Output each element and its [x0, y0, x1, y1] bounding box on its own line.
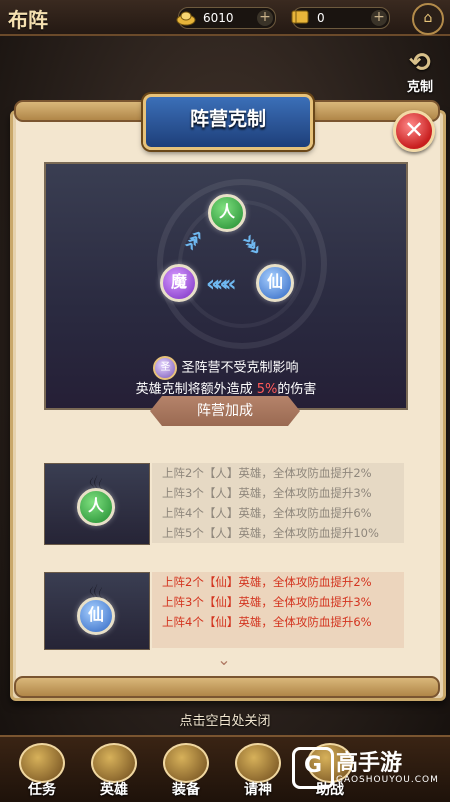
scroll-rod-bottom	[14, 676, 440, 698]
hero-icon	[91, 743, 137, 783]
quest-icon	[19, 743, 65, 783]
home-icon: ⌂	[423, 10, 433, 26]
saint-faction-note: 圣圣阵营不受克制影响	[46, 356, 406, 380]
saint-faction-icon: 圣	[153, 356, 178, 380]
watermark-name: 高手游	[336, 751, 403, 776]
ren-faction-emblem: ♨ 人	[44, 463, 150, 545]
ren-bonus-row: ♨ 人 上阵2个【人】英雄，全体攻防血提升2% 上阵3个【人】英雄，全体攻防血提…	[44, 463, 404, 545]
counter-icon: ⟲	[409, 48, 431, 78]
equipment-icon	[163, 743, 209, 783]
tab-equipment[interactable]: 装备	[158, 743, 214, 799]
watermark-g-icon: G	[292, 747, 334, 789]
bonus-suffix: 的伤害	[277, 382, 317, 397]
bonus-line: 上阵4个【仙】英雄，全体攻防血提升6%	[162, 615, 372, 629]
xian-emblem-node: 仙	[77, 597, 115, 635]
arrow-xian-to-mo: «««	[206, 272, 237, 297]
ticket-add-button[interactable]: +	[371, 10, 387, 26]
xian-bonus-row: ♨ 仙 上阵2个【仙】英雄，全体攻防血提升2% 上阵3个【仙】英雄，全体攻防血提…	[44, 572, 404, 650]
tab-hero[interactable]: 英雄	[86, 743, 142, 799]
home-button[interactable]: ⌂	[412, 3, 444, 35]
ticket-icon	[291, 10, 309, 24]
page-title: 布阵	[8, 8, 48, 32]
gold-ingot-icon	[176, 11, 196, 26]
close-hint: 点击空白处关闭	[179, 714, 271, 729]
bonus-line: 上阵3个【人】英雄，全体攻防血提升3%	[162, 486, 372, 500]
tab-label: 任务	[28, 782, 56, 798]
tab-label: 装备	[172, 782, 200, 798]
faction-ren-node: 人	[208, 194, 246, 232]
ticket-value: 0	[317, 11, 325, 25]
bonus-line: 上阵4个【人】英雄，全体攻防血提升6%	[162, 506, 372, 520]
counter-bonus-note: 英雄克制将额外造成 5%的伤害	[46, 378, 406, 397]
ren-bonus-list: 上阵2个【人】英雄，全体攻防血提升2% 上阵3个【人】英雄，全体攻防血提升3% …	[152, 463, 404, 543]
counter-side-label: 克制	[406, 80, 433, 95]
scroll-down-chevron-icon[interactable]: ⌄	[214, 650, 234, 670]
bonus-value: 5%	[256, 382, 278, 397]
bonus-line: 上阵5个【人】英雄，全体攻防血提升10%	[162, 526, 379, 540]
xian-faction-emblem: ♨ 仙	[44, 572, 150, 650]
top-bar: 布阵 6010 + 0 + ⌂	[0, 0, 450, 36]
faction-xian-node: 仙	[256, 264, 294, 302]
tab-summon[interactable]: 请神	[230, 743, 286, 799]
counter-side-button[interactable]: ⟲ 克制	[398, 50, 442, 100]
tab-quest[interactable]: 任务	[14, 743, 70, 799]
bonus-line: 上阵3个【仙】英雄，全体攻防血提升3%	[162, 595, 372, 609]
bonus-line: 上阵2个【人】英雄，全体攻防血提升2%	[162, 466, 372, 480]
close-button[interactable]: ✕	[393, 110, 435, 152]
summon-icon	[235, 743, 281, 783]
bonus-line: 上阵2个【仙】英雄，全体攻防血提升2%	[162, 575, 372, 589]
gold-add-button[interactable]: +	[257, 10, 273, 26]
gold-resource: 6010 +	[176, 7, 276, 29]
dialog-title: 阵营克制	[143, 94, 313, 150]
ren-emblem-node: 人	[77, 488, 115, 526]
tab-label: 请神	[244, 782, 272, 798]
section-title-ribbon: 阵营加成	[150, 396, 300, 426]
bonus-prefix: 英雄克制将额外造成	[135, 382, 253, 397]
gold-value: 6010	[203, 11, 234, 25]
watermark-domain: GAOSHOUYOU.COM	[336, 775, 439, 785]
faction-counter-diagram: 人 魔 仙 »» »» ««« 圣圣阵营不受克制影响 英雄克制将额外造成 5%的…	[44, 162, 408, 410]
close-icon: ✕	[403, 116, 425, 144]
faction-mo-node: 魔	[160, 264, 198, 302]
xian-bonus-list: 上阵2个【仙】英雄，全体攻防血提升2% 上阵3个【仙】英雄，全体攻防血提升3% …	[152, 572, 404, 648]
watermark-logo: G 高手游 GAOSHOUYOU.COM	[292, 745, 442, 793]
saint-text: 圣阵营不受克制影响	[181, 360, 299, 376]
ticket-resource: 0 +	[291, 7, 390, 29]
tab-label: 英雄	[100, 782, 128, 798]
